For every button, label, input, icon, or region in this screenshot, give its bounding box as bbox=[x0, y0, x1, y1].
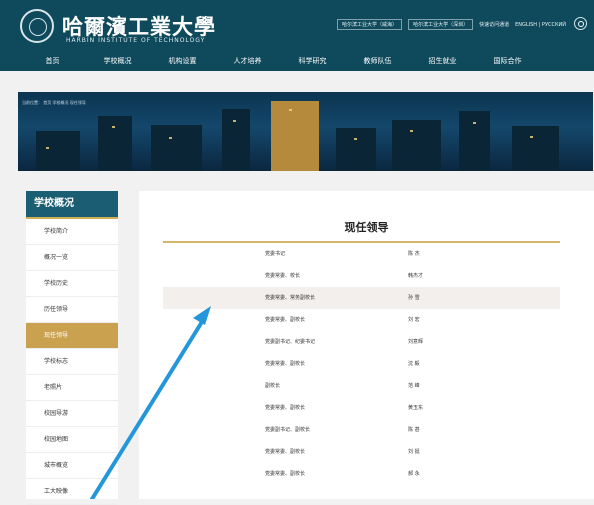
sidebar-title: 学校概况 bbox=[26, 191, 118, 219]
leader-name: 陈 甚 bbox=[408, 427, 420, 433]
leader-name: 刘 挺 bbox=[408, 449, 420, 455]
nav-item-education[interactable]: 人才培养 bbox=[215, 51, 280, 71]
leader-name: 韩杰才 bbox=[408, 273, 424, 279]
leader-row: 党委常委、副校长 黄玉东 bbox=[163, 397, 560, 419]
sidebar-item-overview[interactable]: 概况一览 bbox=[26, 245, 118, 271]
leader-role: 党委常委、副校长 bbox=[265, 471, 306, 477]
shenzhen-link[interactable]: 哈尔滨工业大学（深圳） bbox=[408, 19, 474, 30]
logo-english-name: HARBIN INSTITUTE OF TECHNOLOGY bbox=[66, 37, 206, 44]
leader-name: 范 峰 bbox=[408, 383, 420, 389]
leader-row: 党委常委、副校长 刘 挺 bbox=[163, 441, 560, 463]
leader-role: 党委常委、校长 bbox=[265, 273, 301, 279]
sidebar-item-history[interactable]: 学校历史 bbox=[26, 271, 118, 297]
university-emblem-icon bbox=[20, 9, 54, 43]
leader-row: 党委副书记、副校长 陈 甚 bbox=[163, 419, 560, 441]
leader-role: 副校长 bbox=[265, 383, 281, 389]
leader-role: 党委常委、副校长 bbox=[265, 449, 306, 455]
quick-access-link[interactable]: 快速访问通道 bbox=[479, 21, 509, 28]
sidebar-item-hit-images[interactable]: 工大映像 bbox=[26, 479, 118, 505]
weihai-link[interactable]: 哈尔滨工业大学（威海） bbox=[337, 19, 403, 30]
nav-item-admissions[interactable]: 招生就业 bbox=[410, 51, 475, 71]
leader-role: 党委副书记、副校长 bbox=[265, 427, 311, 433]
leader-row: 党委常委、副校长 沈 毅 bbox=[163, 353, 560, 375]
nav-item-research[interactable]: 科学研究 bbox=[280, 51, 345, 71]
leader-row: 副校长 范 峰 bbox=[163, 375, 560, 397]
breadcrumb: 当前位置： 首页 学校概况 现任领导 bbox=[22, 100, 86, 105]
sidebar-item-introduction[interactable]: 学校简介 bbox=[26, 219, 118, 245]
leader-row: 党委常委、副校长 郝 永 bbox=[163, 463, 560, 485]
city-banner: 当前位置： 首页 学校概况 现任领导 bbox=[18, 92, 593, 171]
leader-name: 刘 宏 bbox=[408, 317, 420, 323]
leader-name: 郝 永 bbox=[408, 471, 420, 477]
sidebar-item-campus-map[interactable]: 校园地图 bbox=[26, 427, 118, 453]
sidebar-item-school-logo[interactable]: 学校标志 bbox=[26, 349, 118, 375]
sidebar-item-former-leaders[interactable]: 历任领导 bbox=[26, 297, 118, 323]
sidebar-item-current-leaders[interactable]: 现任领导 bbox=[26, 323, 118, 349]
section-sidebar: 学校概况 学校简介 概况一览 学校历史 历任领导 现任领导 学校标志 老照片 校… bbox=[26, 191, 118, 505]
sidebar-item-campus-tour[interactable]: 校园导游 bbox=[26, 401, 118, 427]
leader-name: 沈 毅 bbox=[408, 361, 420, 367]
nav-item-faculty[interactable]: 教师队伍 bbox=[345, 51, 410, 71]
leader-name: 刘意辉 bbox=[408, 339, 424, 345]
nav-item-overview[interactable]: 学校概况 bbox=[85, 51, 150, 71]
top-links: 哈尔滨工业大学（威海） 哈尔滨工业大学（深圳） 快速访问通道 ENGLISH |… bbox=[337, 19, 566, 30]
leader-role: 党委副书记、纪委书记 bbox=[265, 339, 316, 345]
language-links[interactable]: ENGLISH | РУССКИЙ bbox=[515, 22, 566, 28]
leader-role: 党委常委、常务副校长 bbox=[265, 295, 316, 301]
current-leaders-panel: 现任领导 党委书记 陈 杰 党委常委、校长 韩杰才 党委常委、常务副校长 孙 雪 党委… bbox=[139, 191, 594, 499]
search-icon[interactable] bbox=[574, 17, 587, 30]
sidebar-item-old-photos[interactable]: 老照片 bbox=[26, 375, 118, 401]
leader-role: 党委常委、副校长 bbox=[265, 361, 306, 367]
leader-role: 党委书记 bbox=[265, 251, 286, 257]
leader-row: 党委副书记、纪委书记 刘意辉 bbox=[163, 331, 560, 353]
nav-item-international[interactable]: 国际合作 bbox=[475, 51, 540, 71]
main-nav: 首页 学校概况 机构设置 人才培养 科学研究 教师队伍 招生就业 国际合作 bbox=[0, 51, 594, 71]
leaders-list: 党委书记 陈 杰 党委常委、校长 韩杰才 党委常委、常务副校长 孙 雪 党委常委、副校… bbox=[163, 243, 560, 485]
nav-item-departments[interactable]: 机构设置 bbox=[150, 51, 215, 71]
leader-role: 党委常委、副校长 bbox=[265, 317, 306, 323]
leader-row: 党委书记 陈 杰 bbox=[163, 243, 560, 265]
page-title: 现任领导 bbox=[344, 221, 389, 234]
leader-row: 党委常委、常务副校长 孙 雪 bbox=[163, 287, 560, 309]
leader-role: 党委常委、副校长 bbox=[265, 405, 306, 411]
nav-item-home[interactable]: 首页 bbox=[20, 51, 85, 71]
leader-row: 党委常委、副校长 刘 宏 bbox=[163, 309, 560, 331]
leader-name: 黄玉东 bbox=[408, 405, 424, 411]
leader-name: 陈 杰 bbox=[408, 251, 420, 257]
sidebar-item-city-overview[interactable]: 城市概览 bbox=[26, 453, 118, 479]
leader-row: 党委常委、校长 韩杰才 bbox=[163, 265, 560, 287]
site-header: 哈爾濱工業大學 HARBIN INSTITUTE OF TECHNOLOGY 哈… bbox=[0, 0, 594, 71]
leader-name: 孙 雪 bbox=[408, 295, 420, 301]
